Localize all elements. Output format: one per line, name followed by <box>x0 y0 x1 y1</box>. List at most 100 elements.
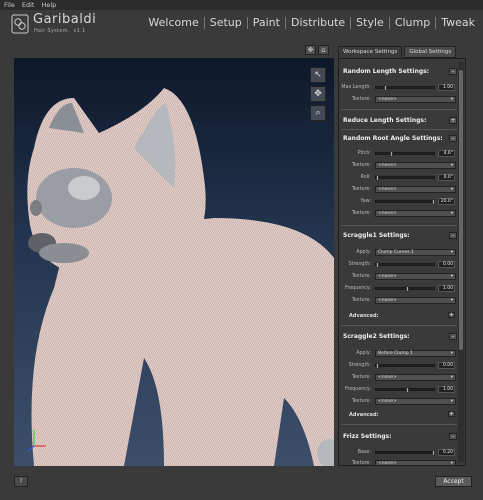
menu-help[interactable]: Help <box>41 1 56 9</box>
apply-dropdown[interactable]: Before Clump 1 ▾ <box>375 350 456 357</box>
slider-knob[interactable] <box>376 175 379 181</box>
base-slider[interactable] <box>375 450 435 456</box>
texture-dropdown[interactable]: <none> ▾ <box>375 374 456 381</box>
section-scraggle1[interactable]: Scraggle1 Settings: – <box>339 230 459 241</box>
base-value[interactable]: 0.20 <box>438 449 455 456</box>
slider-knob[interactable] <box>390 151 393 157</box>
chevron-down-icon: ▾ <box>450 461 453 466</box>
slider-knob[interactable] <box>384 85 387 91</box>
slider-knob[interactable] <box>406 387 409 393</box>
slider-knob[interactable] <box>432 199 435 205</box>
frequency-row: Frequency: 1.00 <box>339 385 459 394</box>
help-button[interactable]: ? <box>14 476 28 487</box>
3d-viewport[interactable] <box>14 58 334 466</box>
tab-distribute[interactable]: Distribute <box>291 16 345 29</box>
scrollbar-thumb[interactable] <box>459 70 463 350</box>
yaw-value[interactable]: 20.0° <box>438 198 455 205</box>
viewport-side-tools: ↖ ✥ ⌕ <box>310 67 326 121</box>
texture-label: Texture: <box>351 163 371 168</box>
tab-tweak[interactable]: Tweak <box>441 16 475 29</box>
home-icon[interactable]: ⌂ <box>318 45 329 55</box>
target-icon[interactable]: ✥ <box>305 45 316 55</box>
texture-dropdown[interactable]: <none> ▾ <box>375 186 456 193</box>
texture-dropdown[interactable]: <none> ▾ <box>375 273 456 280</box>
section-frizz[interactable]: Frizz Settings: – <box>339 431 459 442</box>
frequency-slider[interactable] <box>375 387 435 393</box>
tab-workspace-settings[interactable]: Workspace Settings <box>338 46 403 58</box>
tab-setup[interactable]: Setup <box>210 16 242 29</box>
tab-style[interactable]: Style <box>356 16 384 29</box>
strength-row: Strength: 0.00 <box>339 260 459 269</box>
frequency-value[interactable]: 1.00 <box>438 386 455 393</box>
chevron-down-icon: ▾ <box>450 187 453 192</box>
max-length-value[interactable]: 1.00 <box>438 84 455 91</box>
select-cursor-icon[interactable]: ↖ <box>310 67 326 83</box>
section-reduce-length[interactable]: Reduce Length Settings: + <box>339 115 459 126</box>
texture-dropdown[interactable]: <none> ▾ <box>375 96 456 103</box>
chevron-down-icon: ▾ <box>450 274 453 279</box>
yaw-slider[interactable] <box>375 199 435 205</box>
collapse-button[interactable]: – <box>449 232 457 239</box>
expand-button[interactable]: + <box>448 312 455 318</box>
divider <box>341 325 457 326</box>
tab-paint[interactable]: Paint <box>253 16 280 29</box>
section-random-length[interactable]: Random Length Settings: – <box>339 66 459 77</box>
nav-separator <box>203 16 205 29</box>
expand-button[interactable]: + <box>448 411 455 417</box>
apply-row: Apply: Clump Curves 1 ▾ <box>339 248 459 257</box>
advanced-toggle[interactable]: Advanced: + <box>339 311 459 320</box>
dropdown-value: <none> <box>378 375 397 380</box>
strength-value[interactable]: 0.00 <box>438 362 455 369</box>
apply-dropdown[interactable]: Clump Curves 1 ▾ <box>375 249 456 256</box>
strength-slider[interactable] <box>375 262 435 268</box>
pitch-label: Pitch: <box>357 151 371 156</box>
texture-label: Texture: <box>351 375 371 380</box>
texture-row: Texture: <none> ▾ <box>339 373 459 382</box>
texture-dropdown[interactable]: <none> ▾ <box>375 162 456 169</box>
accept-button[interactable]: Accept <box>435 476 472 487</box>
texture-row: Texture: <none> ▾ <box>339 161 459 170</box>
tab-global-settings[interactable]: Global Settings <box>404 46 457 58</box>
roll-value[interactable]: 0.0° <box>438 174 455 181</box>
frequency-row: Frequency: 1.00 <box>339 284 459 293</box>
collapse-button[interactable]: – <box>449 433 457 440</box>
texture-label: Texture: <box>351 187 371 192</box>
menu-edit[interactable]: Edit <box>22 1 35 9</box>
strength-value[interactable]: 0.00 <box>438 261 455 268</box>
texture-dropdown[interactable]: <none> ▾ <box>375 398 456 405</box>
slider-knob[interactable] <box>432 450 435 456</box>
expand-button[interactable]: + <box>449 117 457 124</box>
strength-slider[interactable] <box>375 363 435 369</box>
chevron-down-icon: ▾ <box>450 250 453 255</box>
tab-welcome[interactable]: Welcome <box>148 16 198 29</box>
advanced-toggle[interactable]: Advanced: + <box>339 410 459 419</box>
tab-clump[interactable]: Clump <box>395 16 430 29</box>
section-random-root-angle[interactable]: Random Root Angle Settings: – <box>339 133 459 144</box>
slider-knob[interactable] <box>406 286 409 292</box>
section-scraggle2[interactable]: Scraggle2 Settings: – <box>339 331 459 342</box>
collapse-button[interactable]: – <box>449 68 457 75</box>
slider-knob[interactable] <box>376 363 379 369</box>
pitch-slider[interactable] <box>375 151 435 157</box>
frequency-slider[interactable] <box>375 286 435 292</box>
max-length-slider[interactable] <box>375 85 435 91</box>
slider-knob[interactable] <box>376 262 379 268</box>
texture-dropdown[interactable]: <none> ▾ <box>375 297 456 304</box>
apply-label: Apply: <box>356 250 371 255</box>
move-icon[interactable]: ✥ <box>310 86 326 102</box>
dropdown-value: Clump Curves 1 <box>378 250 414 255</box>
divider <box>341 109 457 110</box>
section-title: Frizz Settings: <box>343 433 392 440</box>
texture-dropdown[interactable]: <none> ▾ <box>375 460 456 466</box>
zoom-icon[interactable]: ⌕ <box>310 105 326 121</box>
dropdown-value: <none> <box>378 163 397 168</box>
pitch-value[interactable]: 4.6° <box>438 150 455 157</box>
collapse-button[interactable]: – <box>449 333 457 340</box>
roll-slider[interactable] <box>375 175 435 181</box>
collapse-button[interactable]: – <box>449 135 457 142</box>
panel-scrollbar[interactable] <box>458 62 464 462</box>
frequency-value[interactable]: 1.00 <box>438 285 455 292</box>
menu-file[interactable]: File <box>4 1 15 9</box>
texture-dropdown[interactable]: <none> ▾ <box>375 210 456 217</box>
texture-row: Texture: <none> ▾ <box>339 95 459 104</box>
